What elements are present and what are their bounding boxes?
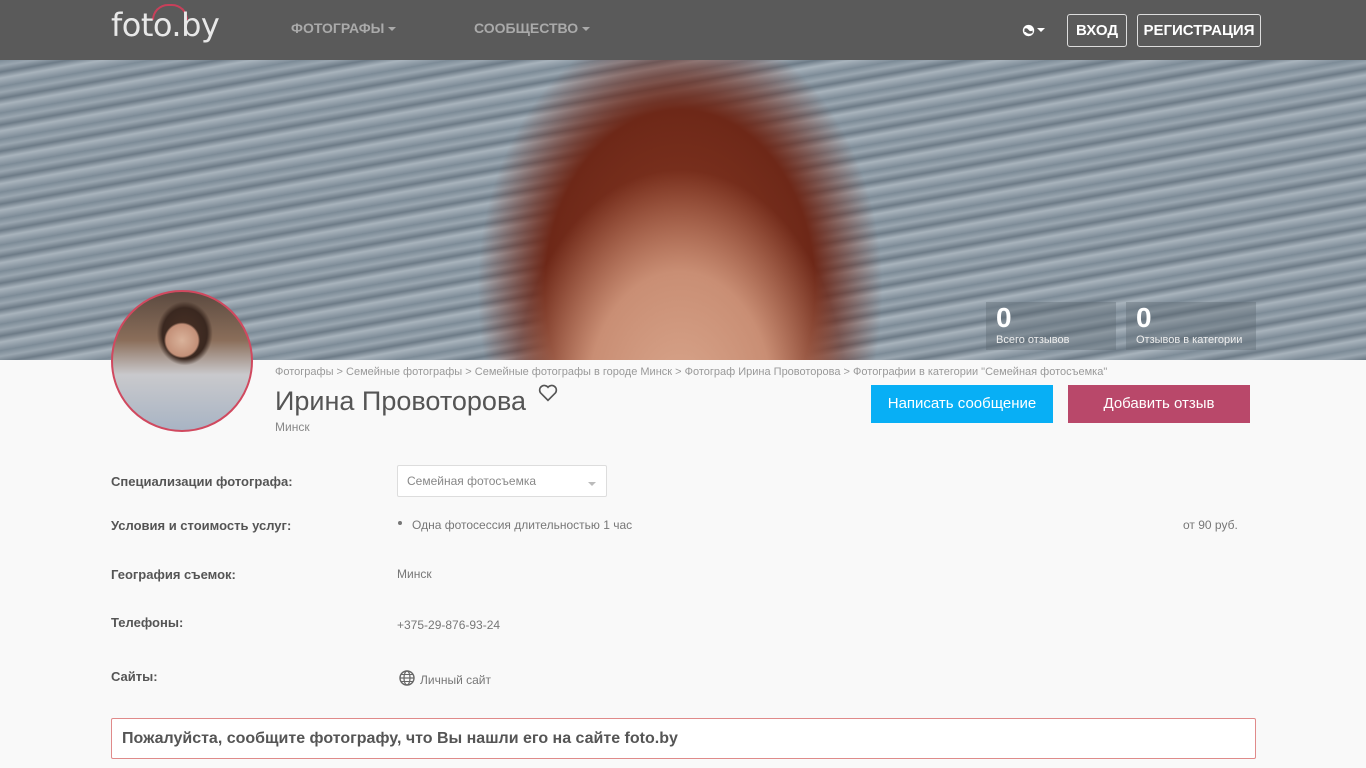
chevron-down-icon xyxy=(582,27,591,32)
specializations-label: Специализации фотографа: xyxy=(111,474,293,489)
terms-price: от 90 руб. xyxy=(1183,518,1238,532)
globe-icon xyxy=(399,670,415,686)
register-button[interactable]: РЕГИСТРАЦИЯ xyxy=(1137,14,1261,47)
breadcrumb[interactable]: Фотографы > Семейные фотографы > Семейны… xyxy=(275,366,1107,378)
bullet-icon xyxy=(398,521,402,525)
stat-total-reviews-label: Всего отзывов xyxy=(996,334,1070,346)
top-navbar: foto.by ФОТОГРАФЫ СООБЩЕСТВО ВХОД РЕГИСТ… xyxy=(0,0,1366,60)
terms-label: Условия и стоимость услуг: xyxy=(111,518,292,533)
notice-banner: Пожалуйста, сообщите фотографу, что Вы н… xyxy=(111,718,1256,759)
nav-community[interactable]: СООБЩЕСТВО xyxy=(474,20,591,36)
stat-category-reviews-value: 0 xyxy=(1136,302,1152,333)
phone-value[interactable]: +375-29-876-93-24 xyxy=(397,618,500,632)
chevron-down-icon xyxy=(588,482,596,486)
specialization-select-value: Семейная фотосъемка xyxy=(407,474,537,488)
personal-site-link[interactable]: Личный сайт xyxy=(420,673,491,687)
stat-total-reviews: 0 Всего отзывов xyxy=(986,302,1116,350)
nav-community-label: СООБЩЕСТВО xyxy=(474,20,579,36)
site-logo[interactable]: foto.by xyxy=(111,6,220,44)
specialization-select[interactable]: Семейная фотосъемка xyxy=(397,465,607,497)
language-selector[interactable] xyxy=(1022,21,1048,39)
chevron-down-icon xyxy=(388,27,397,32)
stat-category-reviews: 0 Отзывов в категории xyxy=(1126,302,1256,350)
phones-label: Телефоны: xyxy=(111,615,184,630)
photographer-city: Минск xyxy=(275,420,310,434)
stat-category-reviews-label: Отзывов в категории xyxy=(1136,334,1243,346)
nav-photographers-label: ФОТОГРАФЫ xyxy=(291,20,385,36)
send-message-button[interactable]: Написать сообщение xyxy=(871,385,1053,423)
chevron-down-icon xyxy=(1037,28,1045,33)
globe-icon xyxy=(1022,24,1035,36)
sites-label: Сайты: xyxy=(111,669,158,684)
avatar[interactable] xyxy=(111,290,253,432)
terms-item: Одна фотосессия длительностью 1 час xyxy=(412,518,633,532)
geography-value: Минск xyxy=(397,567,432,581)
stat-total-reviews-value: 0 xyxy=(996,302,1012,333)
add-review-button[interactable]: Добавить отзыв xyxy=(1068,385,1250,423)
geography-label: География съемок: xyxy=(111,567,236,582)
notice-text: Пожалуйста, сообщите фотографу, что Вы н… xyxy=(122,730,678,747)
login-button[interactable]: ВХОД xyxy=(1067,14,1127,47)
heart-icon[interactable] xyxy=(538,384,558,402)
nav-photographers[interactable]: ФОТОГРАФЫ xyxy=(291,20,397,36)
photographer-name: Ирина Провоторова xyxy=(275,386,527,416)
